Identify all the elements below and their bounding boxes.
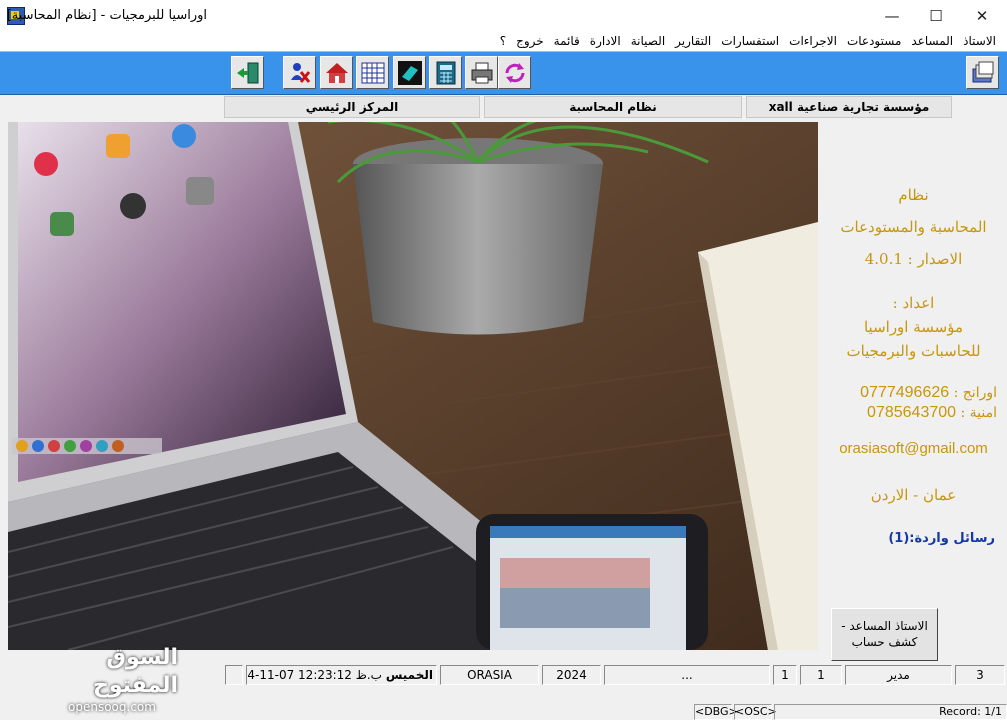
cancel-user-button[interactable] (283, 56, 316, 89)
info-panel: نظام المحاسبة والمستودعات الاصدار : 4.0.… (820, 122, 1007, 662)
watermark-arabic: السوق المفتوح (92, 645, 178, 698)
phone-line-umniah: امنية : 0785643700 (867, 404, 997, 421)
background-photo (8, 122, 818, 650)
toolbar (0, 51, 1007, 95)
info-version: الاصدار : 4.0.1 (864, 250, 963, 268)
open-folder-button[interactable] (966, 56, 999, 89)
print-button[interactable] (465, 56, 498, 89)
info-system-name: المحاسبة والمستودعات (840, 218, 987, 236)
cancel-user-icon (290, 62, 310, 83)
branch-header: المركز الرئيسي (224, 96, 480, 118)
phone-label-orange: اورانج (962, 385, 997, 401)
menu-assistant[interactable]: المساعد (906, 31, 958, 51)
status-company-code: ORASIA (440, 665, 539, 685)
menu-procedures[interactable]: الاجراءات (784, 31, 842, 51)
info-org-description: للحاسبات والبرمجيات (846, 342, 981, 360)
status-blank (225, 665, 243, 685)
calculator-button[interactable] (429, 56, 462, 89)
account-statement-line1: الاستاذ المساعد - (841, 619, 928, 633)
phone-label-umniah: امنية (969, 405, 997, 421)
minimize-button[interactable]: — (869, 0, 915, 31)
phone-line-orange: اورانج : 0777496626 (860, 384, 997, 401)
calculator-icon (436, 61, 455, 84)
company-name-header: مؤسسة تجارية صناعية xall (746, 96, 952, 118)
status-day: الخميس (385, 668, 433, 682)
record-counter: Record: 1/1 (774, 704, 1007, 720)
menu-ledger[interactable]: الاستاذ (958, 31, 1001, 51)
status-dots: ... (604, 665, 770, 685)
status-user: مدير (845, 665, 952, 685)
info-org-name: مؤسسة اوراسيا (863, 318, 964, 336)
phone-number-umniah: 0785643700 (867, 404, 957, 421)
menu-bar: الاستاذ المساعد مستودعات الاجراءات استفس… (0, 31, 1007, 51)
menu-list[interactable]: قائمة (549, 31, 585, 51)
menu-maintenance[interactable]: الصيانة (626, 31, 670, 51)
title-bar: اوراسيا للبرمجيات - [نظام المحاسبة] — ☐ … (0, 0, 1007, 31)
status-date-time: : 2024-11-07 12:23:12 ب.ظ (247, 668, 382, 682)
account-statement-line2: كشف حساب (851, 635, 918, 649)
info-prepared-by: اعداد : (892, 294, 935, 312)
menu-reports[interactable]: التقارير (670, 31, 716, 51)
status-page: 3 (955, 665, 1005, 685)
home-icon (325, 62, 348, 83)
monitor-icon (397, 60, 422, 85)
window-title: اوراسيا للبرمجيات - [نظام المحاسبة] (6, 8, 207, 23)
exit-button[interactable] (231, 56, 264, 89)
menu-administration[interactable]: الادارة (585, 31, 626, 51)
status-year: 2024 (542, 665, 601, 685)
opensooq-watermark: السوق المفتوح opensooq.com (18, 644, 178, 714)
calendar-grid-icon (361, 62, 384, 83)
close-button[interactable]: ✕ (959, 0, 1005, 31)
osc-indicator: <OSC> (734, 704, 777, 720)
dbg-indicator: <DBG> (694, 704, 738, 720)
exit-door-icon (236, 62, 258, 83)
menu-exit[interactable]: خروج (511, 31, 549, 51)
system-name-header: نظام المحاسبة (484, 96, 742, 118)
status-field-2: 1 (773, 665, 797, 685)
status-datetime: الخميس : 2024-11-07 12:23:12 ب.ظ (246, 665, 437, 685)
watermark-latin: opensooq.com (68, 700, 156, 714)
refresh-icon (505, 62, 524, 83)
open-folder-icon (972, 61, 993, 82)
menu-inquiries[interactable]: استفسارات (716, 31, 784, 51)
info-location: عمان - الاردن (870, 486, 957, 504)
account-statement-button[interactable]: الاستاذ المساعد - كشف حساب (831, 608, 938, 661)
info-system-label: نظام (898, 186, 929, 204)
phone-number-orange: 0777496626 (860, 384, 950, 401)
maximize-button[interactable]: ☐ (913, 0, 959, 31)
menu-help[interactable]: ؟ (495, 31, 511, 51)
menu-warehouses[interactable]: مستودعات (842, 31, 906, 51)
monitor-button[interactable] (393, 56, 426, 89)
refresh-button[interactable] (498, 56, 531, 89)
contact-email: orasiasoft@gmail.com (839, 440, 988, 457)
calendar-button[interactable] (356, 56, 389, 89)
incoming-messages-link[interactable]: رسائل واردة:(1) (888, 531, 995, 546)
home-button[interactable] (320, 56, 353, 89)
printer-icon (471, 62, 492, 83)
status-field-1: 1 (800, 665, 842, 685)
